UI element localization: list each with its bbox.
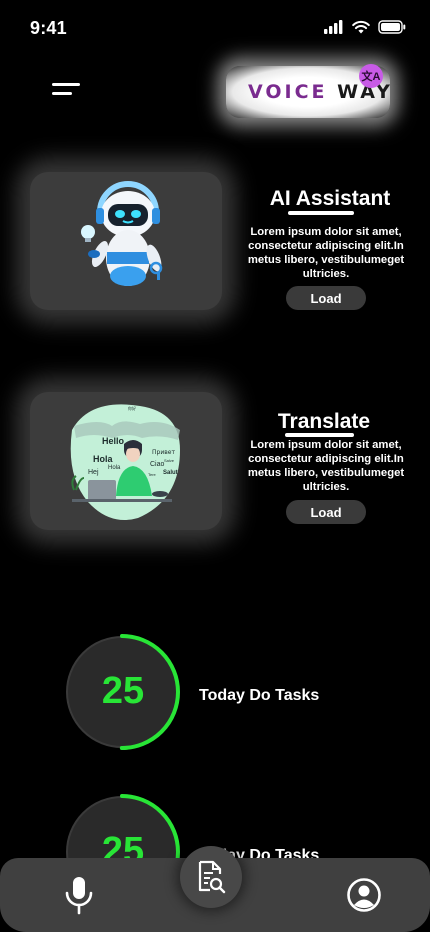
logo-text-voice: VOICE bbox=[248, 81, 328, 103]
status-time: 9:41 bbox=[30, 18, 67, 38]
menu-line bbox=[52, 83, 80, 86]
status-icons bbox=[324, 20, 406, 34]
card-title: AI Assistant bbox=[269, 187, 391, 210]
document-search-icon bbox=[198, 860, 226, 894]
microphone-icon bbox=[65, 877, 93, 915]
status-bar: 9:41 bbox=[0, 0, 430, 56]
card-description: Lorem ipsum dolor sit amet, consectetur … bbox=[247, 439, 405, 493]
translation-icon: Hello Hola Hola Hej Привет Ciao Salut Te… bbox=[70, 404, 180, 520]
word-ciao: Ciao bbox=[150, 461, 165, 468]
word-privet: Привет bbox=[152, 449, 175, 456]
microphone-button[interactable] bbox=[58, 872, 100, 918]
app-screen: 9:41 VOICE WAY 文A AI Assistant Lorem ips… bbox=[0, 0, 430, 932]
load-button[interactable]: Load bbox=[286, 286, 366, 310]
app-logo: VOICE WAY 文A bbox=[226, 64, 390, 118]
profile-button[interactable] bbox=[345, 876, 383, 914]
card-description: Lorem ipsum dolor sit amet, consectetur … bbox=[247, 226, 405, 280]
word-hola-small: Hola bbox=[108, 465, 121, 471]
battery-icon bbox=[378, 20, 406, 34]
signal-icon bbox=[324, 20, 343, 34]
word-hola: Hola bbox=[93, 454, 113, 464]
translate-image: Hello Hola Hola Hej Привет Ciao Salut Te… bbox=[30, 392, 222, 530]
wifi-icon bbox=[352, 20, 370, 34]
menu-button[interactable] bbox=[52, 80, 86, 102]
ai-assistant-image bbox=[30, 172, 222, 310]
title-underline bbox=[288, 211, 354, 215]
word-salve: Salve bbox=[164, 458, 175, 463]
word-hello: Hello bbox=[102, 436, 125, 446]
word-tere: Tere bbox=[148, 472, 157, 477]
title-underline bbox=[285, 433, 354, 437]
task-label: Today Do Tasks bbox=[199, 687, 320, 704]
document-search-button[interactable] bbox=[180, 846, 242, 908]
robot-icon bbox=[81, 181, 163, 286]
word-salut: Salut bbox=[163, 470, 178, 476]
profile-icon bbox=[347, 878, 381, 912]
translate-badge-icon: 文A bbox=[359, 64, 383, 88]
card-title: Translate bbox=[277, 410, 371, 433]
word-hej: Hej bbox=[88, 469, 99, 476]
menu-line bbox=[52, 92, 72, 95]
word-nihao: 你好 bbox=[128, 405, 136, 411]
task-count: 25 bbox=[101, 670, 145, 712]
load-button[interactable]: Load bbox=[286, 500, 366, 524]
